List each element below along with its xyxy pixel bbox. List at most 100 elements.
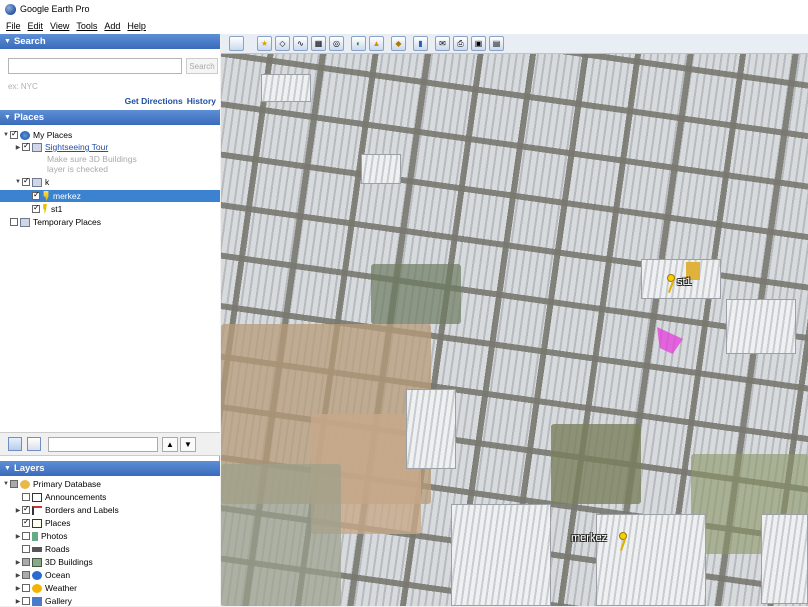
layer-row-photos[interactable]: ▶ Photos [14,530,68,542]
layer-row-primary-database[interactable]: ▼ Primary Database [2,478,101,490]
tree-label: Temporary Places [33,217,102,227]
search-button[interactable]: Search [186,58,218,74]
menu-view[interactable]: View [50,21,69,31]
tree-label-link[interactable]: Sightseeing Tour [45,142,108,152]
overlay-polygon[interactable] [657,327,683,354]
toggle-panel-icon[interactable] [27,437,41,451]
expand-toggle-icon[interactable]: ▼ [14,179,22,185]
expand-toggle-icon[interactable]: ▶ [14,585,22,592]
layer-row-3d-buildings[interactable]: ▶ 3D Buildings [14,556,93,568]
record-tour-icon[interactable]: ◎ [329,36,344,51]
layer-label: Borders and Labels [45,505,119,515]
expand-toggle-icon[interactable]: ▶ [14,533,22,540]
layer-label: Announcements [45,492,107,502]
sun-icon [32,583,42,593]
layers-header-label: Layers [13,463,45,474]
menu-edit[interactable]: Edit [28,21,44,31]
search-panel-header[interactable]: ▼ Search [0,34,220,49]
switch-sky-icon[interactable]: ◆ [391,36,406,51]
checkbox[interactable] [22,571,30,579]
view-in-maps-icon[interactable]: ▤ [489,36,504,51]
layer-row-announcements[interactable]: Announcements [22,491,106,503]
checkbox[interactable] [22,517,30,527]
email-icon[interactable]: ✉ [435,36,450,51]
search-input[interactable] [8,58,182,74]
places-filter-input[interactable] [48,437,158,452]
tree-label: My Places [33,130,73,140]
layer-row-roads[interactable]: Roads [22,543,70,555]
add-path-icon[interactable]: ∿ [293,36,308,51]
building [596,514,706,606]
save-image-icon[interactable]: ▣ [471,36,486,51]
checkbox[interactable] [22,558,30,566]
st1-placemark-icon[interactable] [665,274,677,294]
expand-toggle-icon[interactable]: ▶ [14,598,22,605]
checkbox[interactable] [22,141,30,151]
menu-help[interactable]: Help [127,21,146,31]
layer-row-gallery[interactable]: ▶ Gallery [14,595,72,607]
checkbox[interactable] [10,129,18,139]
tree-row-sightseeing-tour[interactable]: ▶ Sightseeing Tour [14,141,108,153]
tree-row-st1[interactable]: st1 [32,203,62,215]
history-link[interactable]: History [187,96,216,106]
checkbox[interactable] [32,190,40,200]
merkez-map-label[interactable]: merkez [571,532,607,544]
menu-add[interactable]: Add [104,21,120,31]
search-places-icon[interactable] [8,437,22,451]
add-polygon-icon[interactable]: ◇ [275,36,290,51]
checkbox[interactable] [22,493,30,501]
sunlight-icon[interactable]: ▲ [369,36,384,51]
expand-toggle-icon[interactable]: ▶ [14,507,22,514]
database-icon [20,479,30,489]
places-panel-header[interactable]: ▼ Places [0,110,220,125]
google-earth-icon [5,3,16,15]
expand-toggle-icon[interactable]: ▶ [14,144,22,151]
menu-bar: File Edit View Tools Add Help [0,18,808,34]
layer-row-weather[interactable]: ▶ Weather [14,582,77,594]
ruler-icon[interactable]: ▮ [413,36,428,51]
tree-row-temporary-places[interactable]: Temporary Places [10,216,101,228]
satellite-imagery[interactable]: st1 merkez [221,54,808,606]
checkbox[interactable] [22,584,30,592]
st1-map-label[interactable]: st1 [677,276,692,288]
map-view[interactable]: ★ ◇ ∿ ▦ ◎ ◐ ▲ ◆ ▮ ✉ ⎙ ▣ ▤ st1 merkez [221,34,808,606]
title-bar: Google Earth Pro [0,0,808,18]
tree-row-folder-k[interactable]: ▼ k [14,176,49,188]
print-icon[interactable]: ⎙ [453,36,468,51]
layers-panel-header[interactable]: ▼ Layers [0,461,220,476]
checkbox[interactable] [32,203,40,213]
add-placemark-icon[interactable]: ★ [257,36,272,51]
get-directions-link[interactable]: Get Directions [125,96,183,106]
checkbox[interactable] [22,176,30,186]
checkbox[interactable] [22,545,30,553]
checkbox[interactable] [22,532,30,540]
merkez-placemark-icon[interactable] [617,532,629,552]
my-places-icon [20,130,30,140]
expand-toggle-icon[interactable]: ▼ [2,132,10,138]
road-icon [32,546,42,552]
expand-toggle-icon[interactable]: ▼ [2,481,10,487]
hide-sidebar-icon[interactable] [229,36,244,51]
move-up-icon[interactable]: ▲ [162,437,178,452]
announcement-icon [32,492,42,502]
checkbox[interactable] [10,218,18,226]
menu-tools[interactable]: Tools [76,21,97,31]
checkbox[interactable] [22,597,30,605]
checkbox[interactable] [22,504,30,514]
checkbox[interactable] [10,480,18,488]
add-image-overlay-icon[interactable]: ▦ [311,36,326,51]
tree-row-my-places[interactable]: ▼ My Places [2,129,72,141]
expand-toggle-icon[interactable]: ▶ [14,559,22,566]
places-panel: ▼ Places ▼ My Places ▶ Sightseeing Tour … [0,110,220,432]
layer-row-ocean[interactable]: ▶ Ocean [14,569,70,581]
ocean-icon [32,570,42,580]
photo-icon [32,531,38,541]
historical-imagery-icon[interactable]: ◐ [351,36,366,51]
expand-toggle-icon[interactable]: ▶ [14,572,22,579]
layer-row-places[interactable]: Places [22,517,71,529]
menu-file[interactable]: File [6,21,21,31]
move-down-icon[interactable]: ▼ [180,437,196,452]
layer-row-borders-labels[interactable]: ▶ Borders and Labels [14,504,119,516]
tree-row-merkez[interactable]: merkez [0,190,220,202]
flag-icon [32,505,42,515]
